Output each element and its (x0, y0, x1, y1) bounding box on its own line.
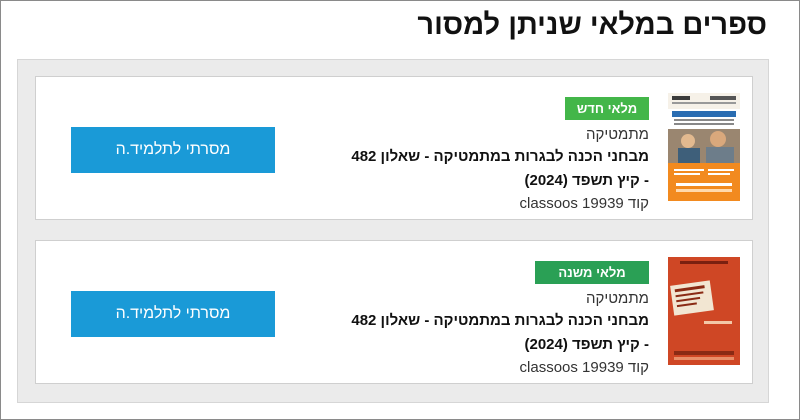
books-panel: מלאי חדש מתמטיקה מבחני הכנה לבגרות במתמט… (17, 59, 769, 403)
page-frame: ספרים במלאי שניתן למסור מלאי חדש מתמטיקה… (0, 0, 800, 420)
stock-badge: מלאי משנה שעברה (535, 261, 649, 303)
delivered-to-student-button[interactable]: מסרתי לתלמיד.ה (71, 127, 275, 173)
book-subject: מתמטיקה (585, 126, 649, 143)
book-cover-image (668, 93, 740, 201)
book-title: מבחני הכנה לבגרות במתמטיקה - שאלון 482 -… (351, 312, 649, 353)
book-code: קוד classoos 19939 (519, 359, 649, 376)
book-card: מלאי משנה שעברה מתמטיקה מבחני הכנה לבגרו… (35, 240, 753, 384)
stock-badge: מלאי חדש (565, 97, 649, 120)
book-card: מלאי חדש מתמטיקה מבחני הכנה לבגרות במתמט… (35, 76, 753, 220)
book-cover-image (668, 257, 740, 365)
delivered-to-student-button[interactable]: מסרתי לתלמיד.ה (71, 291, 275, 337)
book-info: מתמטיקה מבחני הכנה לבגרות במתמטיקה - שאל… (349, 289, 649, 379)
book-code: קוד classoos 19939 (519, 195, 649, 212)
book-subject: מתמטיקה (585, 290, 649, 307)
book-info: מתמטיקה מבחני הכנה לבגרות במתמטיקה - שאל… (349, 125, 649, 215)
book-title: מבחני הכנה לבגרות במתמטיקה - שאלון 482 -… (351, 148, 649, 189)
red-cover-illustration (668, 257, 740, 365)
orange-cover-illustration (668, 93, 740, 201)
page-title: ספרים במלאי שניתן למסור (417, 9, 767, 41)
